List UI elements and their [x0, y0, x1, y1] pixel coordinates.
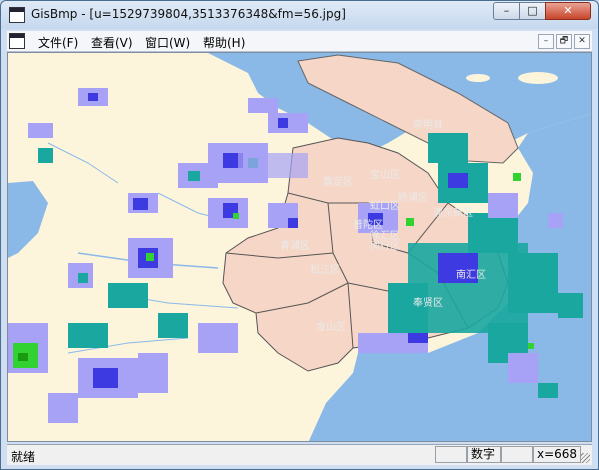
- minimize-button[interactable]: –: [493, 2, 520, 20]
- label-hongkou: 虹口区: [370, 200, 400, 212]
- menu-bar: 文件(F) 查看(V) 窗口(W) 帮助(H) – 🗗 ✕: [7, 31, 592, 52]
- close-button[interactable]: ✕: [545, 2, 591, 20]
- status-num: 数字: [467, 446, 501, 463]
- label-yangpu: 杨浦区: [398, 191, 428, 204]
- status-ready: 就绪: [11, 450, 36, 464]
- title-bar[interactable]: GisBmp - [u=1529739804,3513376348&fm=56.…: [1, 1, 598, 29]
- resize-grip[interactable]: [580, 453, 590, 463]
- label-baoshan: 宝山区: [370, 168, 400, 181]
- document-icon[interactable]: [9, 33, 25, 49]
- menu-view[interactable]: 查看(V): [91, 34, 133, 51]
- status-caps: [435, 446, 467, 463]
- label-fengxian: 奉贤区: [413, 296, 443, 309]
- window-title: GisBmp - [u=1529739804,3513376348&fm=56.…: [31, 7, 346, 21]
- menu-window[interactable]: 窗口(W): [145, 34, 190, 51]
- menu-file[interactable]: 文件(F): [38, 34, 78, 51]
- radar-map: 崇明县 宝山区 嘉定区 杨浦区 虹口区 浦东新区 普陀区 青浦区 闵行区 松江区…: [8, 53, 591, 441]
- label-qingpu: 青浦区: [280, 239, 310, 252]
- label-chongming: 崇明县: [413, 119, 443, 131]
- tai-lake: [8, 181, 48, 258]
- status-scrl: [501, 446, 533, 463]
- label-jiading: 嘉定区: [323, 175, 353, 188]
- map-canvas[interactable]: 崇明县 宝山区 嘉定区 杨浦区 虹口区 浦东新区 普陀区 青浦区 闵行区 松江区…: [7, 52, 592, 442]
- maximize-button[interactable]: □: [519, 2, 546, 20]
- status-coord: x=668: [533, 446, 581, 463]
- mdi-restore-button[interactable]: 🗗: [556, 34, 572, 49]
- label-putuo: 普陀区: [353, 218, 383, 231]
- mdi-close-button[interactable]: ✕: [574, 34, 590, 49]
- label-songjiang: 松江区: [310, 263, 340, 276]
- label-xuhui: 徐汇区: [370, 229, 400, 242]
- label-pudong: 浦东新区: [433, 206, 473, 219]
- mdi-minimize-button[interactable]: –: [538, 34, 554, 49]
- menu-help[interactable]: 帮助(H): [203, 34, 245, 51]
- label-nanhui: 南汇区: [456, 268, 486, 281]
- label-jinshan: 金山区: [316, 320, 346, 333]
- app-icon[interactable]: [9, 7, 25, 23]
- status-bar: 就绪 数字 x=668: [7, 444, 592, 465]
- app-window: GisBmp - [u=1529739804,3513376348&fm=56.…: [0, 0, 599, 470]
